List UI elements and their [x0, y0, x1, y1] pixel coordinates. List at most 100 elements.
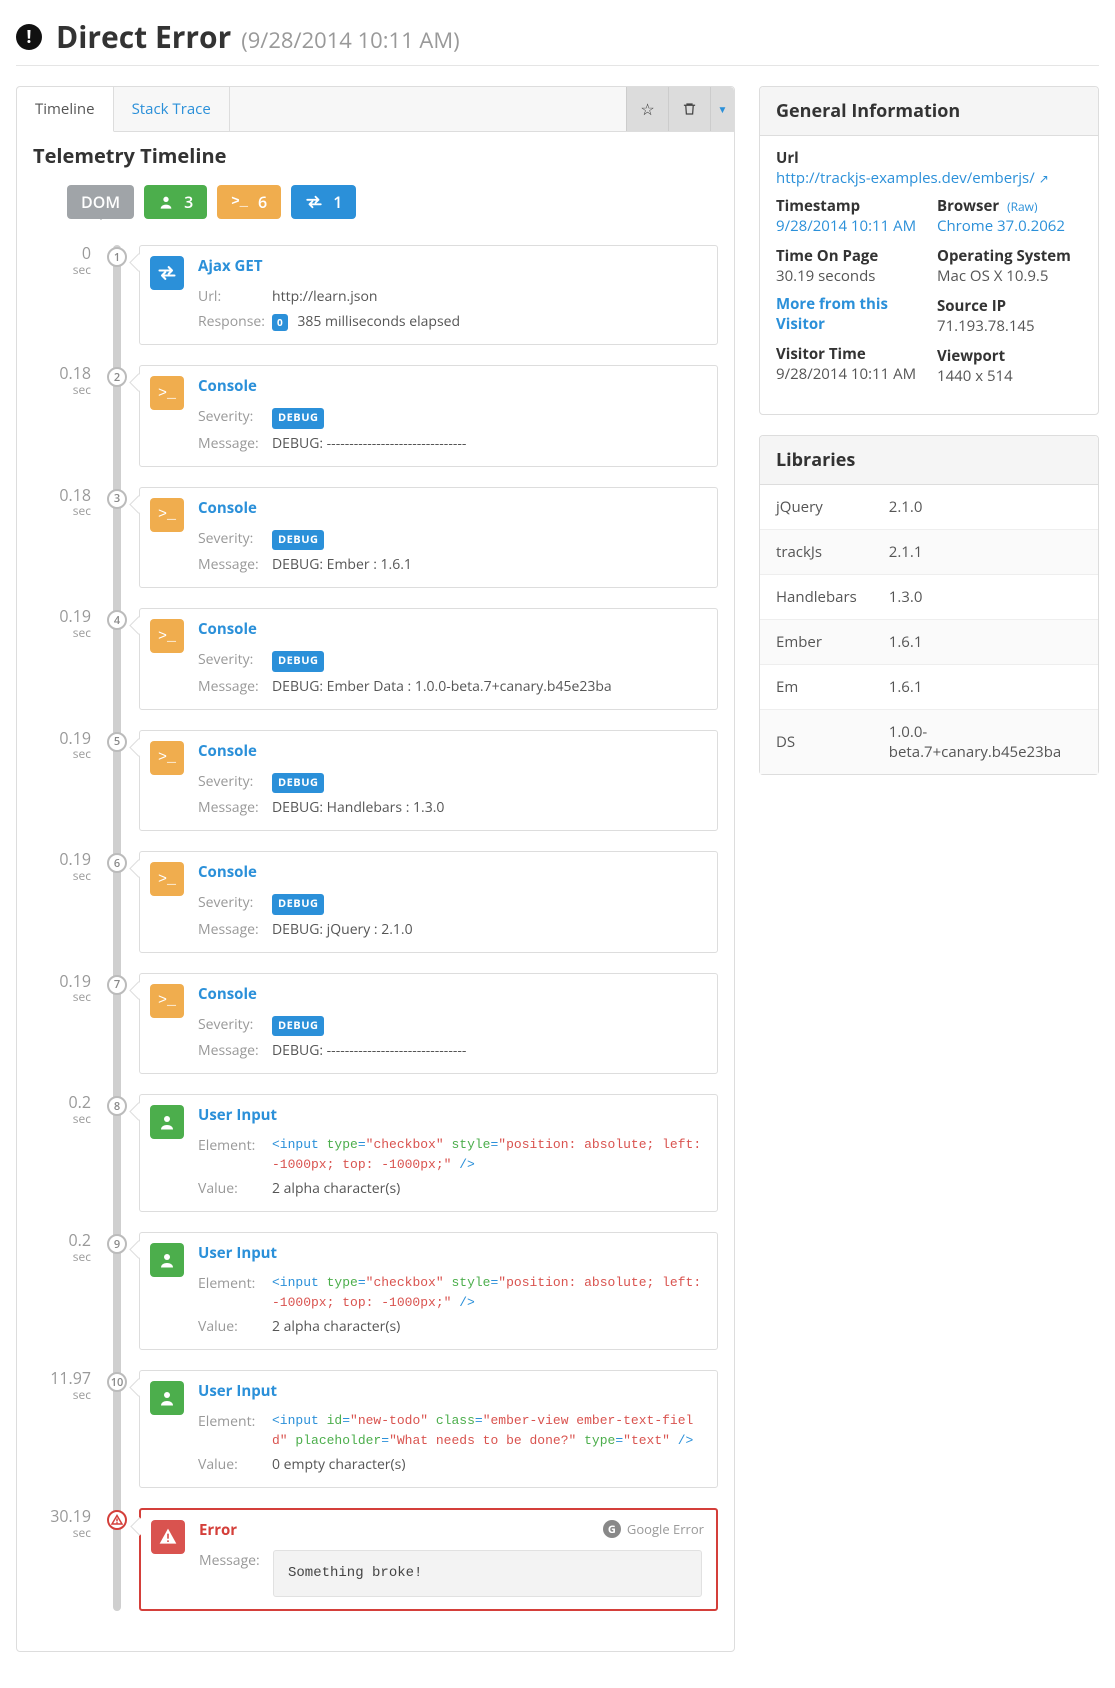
event-title: Console — [198, 741, 257, 761]
event-title: Console — [198, 619, 257, 639]
field-value: <input type="checkbox" style="position: … — [272, 1135, 703, 1174]
browser-link[interactable]: Chrome 37.0.2062 — [937, 216, 1082, 236]
field-label: Response: — [198, 311, 272, 332]
field-value: <input type="checkbox" style="position: … — [272, 1273, 703, 1312]
event-title: User Input — [198, 1105, 277, 1125]
table-row: Handlebars1.3.0 — [760, 575, 1098, 620]
field-value: 0 385 milliseconds elapsed — [272, 311, 703, 332]
user-icon — [150, 1105, 184, 1139]
viewport-label: Viewport — [937, 346, 1082, 366]
library-name: Ember — [760, 620, 873, 665]
console-icon: >_ — [231, 194, 248, 210]
field-label: Severity: — [198, 771, 272, 794]
element-code: <input id="new-todo" class="ember-view e… — [272, 1411, 703, 1450]
severity-badge: DEBUG — [272, 530, 324, 551]
timeline-node: 8 — [107, 1096, 127, 1116]
url-link[interactable]: http://trackjs-examples.dev/emberjs/↗ — [776, 168, 1049, 188]
field-label: Element: — [198, 1135, 272, 1174]
tab-stack-trace[interactable]: Stack Trace — [114, 87, 230, 131]
google-error-link[interactable]: GGoogle Error — [603, 1520, 704, 1538]
event-field: Message:DEBUG: -------------------------… — [198, 1040, 703, 1061]
more-visitor-link[interactable]: More from this Visitor — [776, 294, 921, 334]
delete-button[interactable] — [668, 87, 710, 131]
field-value: 0 empty character(s) — [272, 1454, 703, 1475]
timeline-row: 0.19sec7>_ConsoleSeverity:DEBUGMessage:D… — [105, 973, 718, 1075]
console-icon: >_ — [150, 619, 184, 653]
telemetry-timeline: 0sec1Ajax GETUrl:http://learn.jsonRespon… — [33, 245, 718, 1611]
field-label: Severity: — [198, 892, 272, 915]
severity-badge: DEBUG — [272, 1016, 324, 1037]
raw-link[interactable]: (Raw) — [1007, 198, 1037, 215]
error-message: Something broke! — [273, 1550, 702, 1597]
libraries-table: jQuery2.1.0trackJs2.1.1Handlebars1.3.0Em… — [760, 485, 1098, 774]
library-version: 1.3.0 — [873, 575, 1098, 620]
event-title: Console — [198, 984, 257, 1004]
event-card[interactable]: >_ConsoleSeverity:DEBUGMessage:DEBUG: --… — [139, 365, 718, 467]
event-card[interactable]: >_ Console Severity:DEBUG Message:DEBUG: --… — [139, 973, 718, 1075]
event-card[interactable]: Ajax GETUrl:http://learn.jsonResponse:0 … — [139, 245, 718, 345]
library-version: 1.6.1 — [873, 620, 1098, 665]
field-value: DEBUG — [272, 649, 703, 672]
timeline-node — [107, 1510, 127, 1530]
filter-user[interactable]: 3 — [144, 185, 207, 219]
field-label: Severity: — [198, 406, 272, 429]
star-button[interactable]: ☆ — [626, 87, 668, 131]
libraries-heading: Libraries — [760, 436, 1098, 485]
general-info-heading: General Information — [760, 87, 1098, 136]
field-label: Element: — [198, 1273, 272, 1312]
filter-network[interactable]: 1 — [291, 185, 356, 219]
library-name: Em — [760, 665, 873, 710]
element-code: <input type="checkbox" style="position: … — [272, 1273, 703, 1312]
field-value: <input id="new-todo" class="ember-view e… — [272, 1411, 703, 1450]
tabs: Timeline Stack Trace ☆ ▼ — [17, 87, 734, 132]
field-value: DEBUG: Ember : 1.6.1 — [272, 554, 703, 575]
event-time: 0.18sec — [31, 365, 91, 396]
timeline-node: 6 — [107, 853, 127, 873]
browser-label: Browser (Raw) — [937, 196, 1082, 216]
error-circle-icon: ! — [16, 24, 42, 50]
console-icon: >_ — [150, 741, 184, 775]
table-row: DS1.0.0-beta.7+canary.b45e23ba — [760, 710, 1098, 775]
timeline-row: 0sec1Ajax GETUrl:http://learn.jsonRespon… — [105, 245, 718, 345]
event-card[interactable]: ErrorGGoogle ErrorMessage:Something brok… — [139, 1508, 718, 1611]
user-icon — [158, 194, 174, 210]
event-time: 0.18sec — [31, 487, 91, 518]
event-card[interactable]: User InputElement:<input id="new-todo" c… — [139, 1370, 718, 1488]
page-header: ! Direct Error (9/28/2014 10:11 AM) — [16, 16, 1099, 66]
timeline-row: 0.18sec2>_ConsoleSeverity:DEBUGMessage:D… — [105, 365, 718, 467]
event-field: Value:2 alpha character(s) — [198, 1178, 703, 1199]
tab-timeline[interactable]: Timeline — [17, 87, 114, 132]
field-value: DEBUG — [272, 528, 703, 551]
external-link-icon: ↗ — [1039, 170, 1049, 187]
timeline-row: 0.19sec4>_ConsoleSeverity:DEBUGMessage:D… — [105, 608, 718, 710]
field-value: DEBUG: jQuery : 2.1.0 — [272, 919, 703, 940]
library-version: 2.1.0 — [873, 485, 1098, 530]
field-value: DEBUG — [272, 771, 703, 794]
event-field: Severity:DEBUG — [198, 406, 703, 429]
filter-console[interactable]: >_ 6 — [217, 185, 281, 219]
timestamp-link[interactable]: 9/28/2014 10:11 AM — [776, 216, 921, 236]
timeline-node: 10 — [107, 1372, 127, 1392]
os-label: Operating System — [937, 246, 1082, 266]
event-card[interactable]: >_ConsoleSeverity:DEBUGMessage:DEBUG: Em… — [139, 608, 718, 710]
event-time: 0.2sec — [31, 1094, 91, 1125]
trash-icon — [682, 101, 697, 117]
more-dropdown-button[interactable]: ▼ — [710, 87, 734, 131]
warning-triangle-icon — [151, 1520, 185, 1554]
timeline-node: 1 — [107, 247, 127, 267]
event-card[interactable]: >_ConsoleSeverity:DEBUGMessage:DEBUG: jQ… — [139, 851, 718, 953]
field-value: DEBUG: Handlebars : 1.3.0 — [272, 797, 703, 818]
event-card[interactable]: >_ConsoleSeverity:DEBUGMessage:DEBUG: Em… — [139, 487, 718, 589]
general-info-panel: General Information Url http://trackjs-e… — [759, 86, 1099, 415]
event-field: Severity:DEBUG — [198, 1014, 703, 1037]
severity-badge: DEBUG — [272, 651, 324, 672]
console-icon: >_ — [150, 862, 184, 896]
field-label: Url: — [198, 286, 272, 307]
filter-bar: DOM 3 >_ 6 1 — [17, 173, 734, 233]
event-card[interactable]: User InputElement:<input type="checkbox"… — [139, 1232, 718, 1350]
filter-dom[interactable]: DOM — [67, 185, 134, 219]
console-icon: >_ — [150, 984, 184, 1018]
library-name: Handlebars — [760, 575, 873, 620]
event-card[interactable]: User Input Element:<input type="checkbox"… — [139, 1094, 718, 1212]
event-card[interactable]: >_ConsoleSeverity:DEBUGMessage:DEBUG: Ha… — [139, 730, 718, 832]
